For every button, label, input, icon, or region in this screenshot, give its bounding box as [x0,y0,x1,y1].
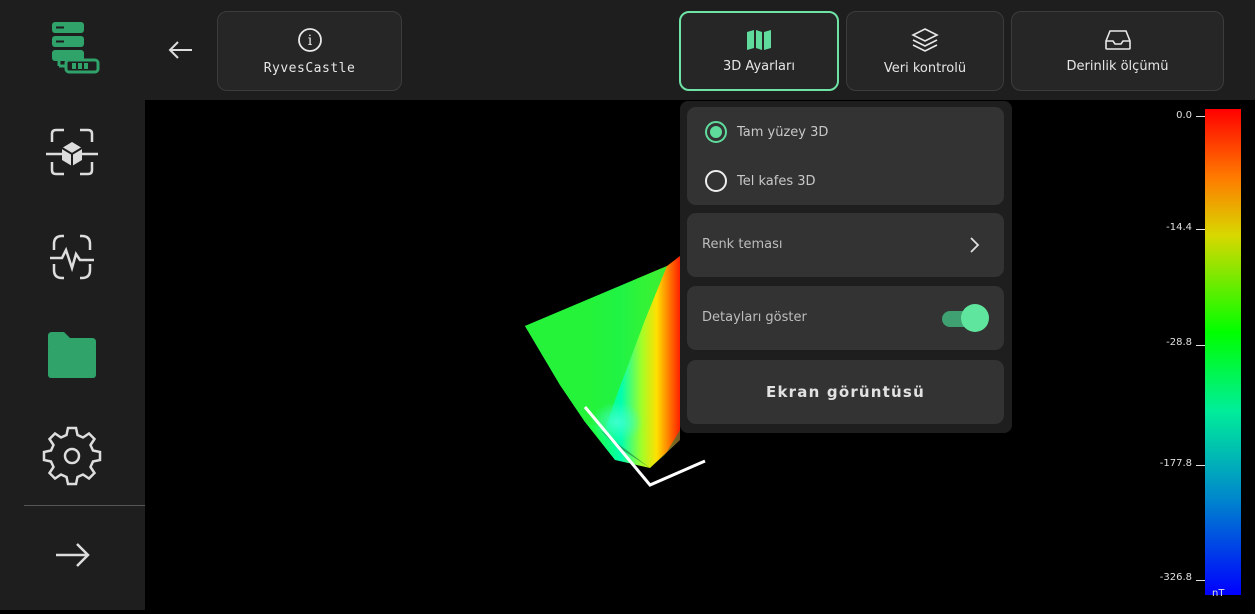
show-details-row: Detayları göster [687,286,1004,350]
3d-scan-icon[interactable] [40,120,104,184]
sidebar [0,0,145,610]
scale-label-1: -14.4 [1166,222,1192,233]
sidebar-divider [24,505,145,506]
scale-tick [1196,345,1205,346]
signal-scan-icon[interactable] [40,224,104,288]
color-theme-row[interactable]: Renk teması [687,213,1004,277]
svg-text:i: i [307,33,312,49]
tab-3d-settings[interactable]: 3D Ayarları [679,11,839,91]
info-icon: i [297,27,322,52]
tab-depth-measure-label: Derinlik ölçümü [1066,58,1169,74]
back-arrow-icon[interactable] [163,30,199,70]
scale-tick [1196,116,1205,117]
scale-label-4: -326.8 [1159,572,1192,583]
scale-label-0: 0.0 [1176,110,1192,121]
project-info-button[interactable]: i RyvesCastle [217,11,402,91]
color-scale-bar [1205,109,1241,595]
3d-settings-dropdown: Tam yüzey 3D Tel kafes 3D Renk teması De… [680,101,1012,433]
scale-tick [1196,465,1205,466]
inbox-icon [1104,29,1131,50]
project-name: RyvesCastle [263,60,356,76]
tab-data-control[interactable]: Veri kontrolü [846,11,1004,91]
layers-icon [911,27,939,52]
arrow-right-icon[interactable] [40,522,104,586]
radio-wireframe-3d[interactable]: Tel kafes 3D [687,157,1004,205]
chevron-right-icon [970,237,980,253]
folder-icon[interactable] [40,322,104,386]
radio-unselected-indicator [705,170,727,192]
3d-surface-render[interactable] [145,100,1205,610]
scale-tick [1196,229,1205,230]
scale-label-2: -28.8 [1166,337,1192,348]
show-details-toggle[interactable] [940,304,990,332]
screenshot-button[interactable]: Ekran görüntüsü [687,360,1004,424]
3d-viewport[interactable] [145,100,1205,610]
tab-3d-settings-label: 3D Ayarları [723,58,795,74]
radio-wireframe-label: Tel kafes 3D [737,173,816,189]
render-mode-group: Tam yüzey 3D Tel kafes 3D [687,107,1004,205]
settings-gear-icon[interactable] [40,422,104,486]
scale-tick [1196,580,1205,581]
color-theme-label: Renk teması [702,237,783,252]
scale-label-3: -177.8 [1159,458,1192,469]
tab-depth-measure[interactable]: Derinlik ölçümü [1011,11,1224,91]
scale-unit: nT [1212,588,1225,599]
tab-data-control-label: Veri kontrolü [883,60,967,76]
device-server-icon[interactable] [40,14,104,78]
radio-selected-indicator [705,121,727,143]
radio-full-surface-3d[interactable]: Tam yüzey 3D [687,108,1004,156]
radio-full-surface-label: Tam yüzey 3D [737,124,829,140]
map-icon [747,29,771,50]
show-details-label: Detayları göster [702,310,807,325]
